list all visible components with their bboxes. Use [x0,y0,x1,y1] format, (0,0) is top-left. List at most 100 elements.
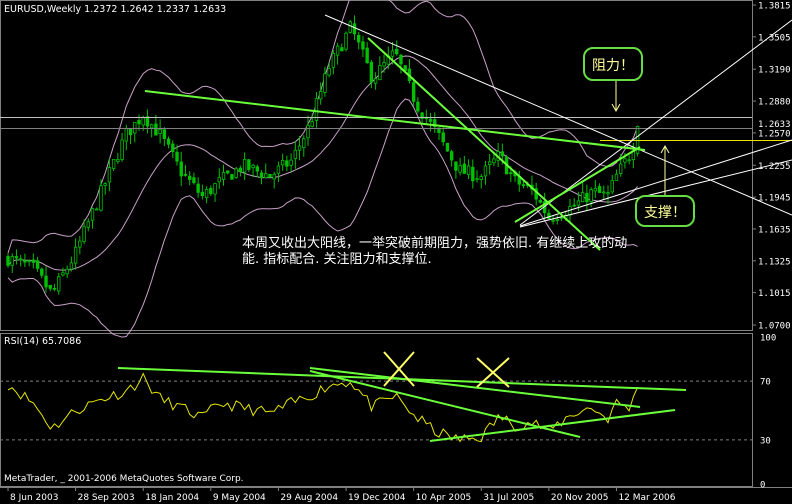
candle-body [48,284,52,289]
candle-body [399,54,403,65]
date-tick-label: 29 Aug 2004 [280,493,338,503]
candle-body [293,149,298,159]
candle-body [213,183,217,195]
candle-body [369,61,374,83]
resistance-callout-label: 阻力！ [592,58,634,74]
candle-body [509,172,513,175]
rsi-header: RSI(14) 65.7086 [4,336,81,347]
candle-body [179,161,183,177]
candle-body [441,132,445,143]
candle-body [318,90,323,100]
date-axis: 8 Jun 2003 28 Sep 2003 18 Jan 2004 9 May 20… [7,487,676,503]
candle-body [344,32,348,50]
date-tick-label: 10 Apr 2005 [416,493,472,503]
date-tick-label: 8 Jun 2003 [10,493,58,503]
candle-body [449,151,454,161]
candle-body [27,260,31,263]
candle-body [73,246,78,264]
rsi-frame [0,333,753,487]
candle-body [116,159,120,162]
candle-body [61,272,65,276]
rsi-trendline-mid [309,367,641,408]
candle-body [154,123,158,136]
candle-body [602,191,606,194]
price-tick-label: 1.2880 [758,98,791,108]
bollinger-upper [7,0,639,254]
candle-body [128,128,133,136]
candle-body [23,260,27,263]
candle-body [428,118,433,122]
candle-body [187,175,192,180]
rsi-trendline-up [429,409,676,442]
candle-body [538,200,543,203]
candle-body [90,208,95,221]
price-tick-label: 1.3190 [758,66,791,76]
chart-canvas: 1.38151.35051.31901.28801.25701.22551.19… [0,0,792,503]
candle-body [357,34,361,43]
candle-body [99,185,103,211]
price-axis: 1.38151.35051.31901.28801.25701.22551.19… [752,2,791,332]
candle-body [111,159,116,169]
date-tick-label: 28 Sep 2003 [78,493,135,503]
candle-body [335,45,340,56]
candle-body [348,21,352,33]
candle-body [610,180,614,193]
candle-body [411,82,416,102]
price-tick-label: 1.1015 [758,289,791,299]
candle-body [6,256,10,266]
candle-body [576,200,581,206]
date-tick-label: 18 Jan 2004 [145,493,199,503]
support-callout-label: 支撑！ [644,205,686,221]
candle-body [403,65,407,71]
candle-body [183,174,188,176]
candle-body [331,53,336,68]
candle-body [137,120,141,125]
candle-body [234,168,238,178]
candle-body [57,276,61,292]
candle-body [597,186,602,194]
candle-body [289,159,293,166]
candle-body [124,128,129,142]
candle-body [306,124,310,139]
candle-body [378,65,382,81]
candle-body [361,41,365,50]
price-tick-label: 1.3815 [758,2,791,12]
candle-body [221,172,226,180]
candle-body [593,187,598,192]
candle-body [340,47,344,52]
candle-body [585,193,589,203]
candle-body [133,121,137,134]
candle-body [204,188,209,199]
candle-body [251,164,255,168]
candle-body [175,151,179,162]
candle-body [192,177,196,184]
candle-body [551,219,555,222]
date-tick-label: 31 Jul 2005 [483,493,534,503]
candle-body [365,47,369,64]
price-tick-label: 1.1635 [758,225,791,235]
rsi-tick-label: 100 [760,334,776,344]
candle-body [149,124,154,129]
candle-body [44,275,48,288]
candle-body [166,138,171,145]
candle-body [310,121,314,127]
candle-body [120,139,124,160]
candle-body [614,173,619,181]
candle-body [107,167,112,183]
candle-body [200,191,205,197]
candle-body [382,62,386,67]
date-tick-label: 12 Mar 2006 [618,493,675,503]
candle-body [483,165,488,177]
rsi-tick-label: 70 [760,378,771,388]
candle-body [141,117,145,126]
bollinger-bands [7,0,639,338]
candle-body [589,189,593,203]
trendline-support [514,146,641,223]
price-tick-label: 1.0700 [758,322,791,332]
candle-body [454,161,458,171]
candle-body [209,188,213,195]
candle-body [623,158,627,163]
candle-body [479,176,483,180]
candle-body [445,142,450,152]
price-tick-label: 1.1325 [758,257,791,267]
